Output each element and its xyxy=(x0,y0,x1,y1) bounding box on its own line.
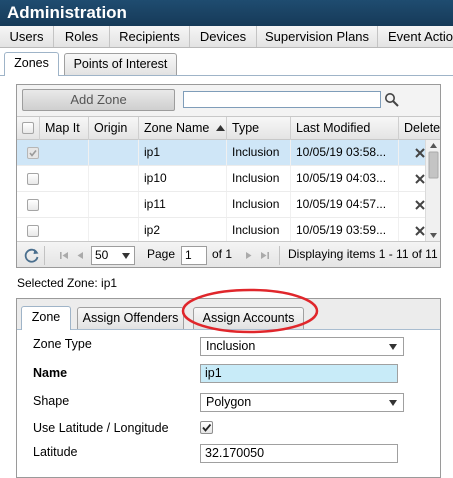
select-all-header[interactable] xyxy=(17,117,40,140)
grid-toolbar: Add Zone xyxy=(17,85,440,116)
selected-zone-label: Selected Zone: ip1 xyxy=(17,276,118,290)
last-modified-cell: 10/05/19 03:59... xyxy=(291,218,399,241)
page-number-input[interactable]: 1 xyxy=(181,246,207,265)
shape-select[interactable]: Polygon xyxy=(200,393,404,412)
map-it-cell xyxy=(40,192,89,217)
zone-rows: ip1 Inclusion 10/05/19 03:58... ip10 Inc… xyxy=(17,140,425,241)
zone-name-cell: ip10 xyxy=(139,166,227,191)
zone-type-value: Inclusion xyxy=(206,339,256,353)
row-checkbox[interactable] xyxy=(27,147,39,159)
tab-points-of-interest[interactable]: Points of Interest xyxy=(64,53,177,75)
nav-recipients[interactable]: Recipients xyxy=(110,26,190,47)
origin-cell xyxy=(89,192,139,217)
last-page-icon[interactable] xyxy=(260,251,269,260)
grid-scrollbar[interactable] xyxy=(425,140,440,241)
refresh-icon[interactable] xyxy=(23,246,41,264)
scrollbar-graphic xyxy=(428,143,439,238)
zone-name-cell: ip1 xyxy=(139,140,227,165)
grid-pager: 50 Page 1 of 1 Displaying items 1 - 11 o… xyxy=(17,241,440,267)
col-origin[interactable]: Origin xyxy=(89,117,139,140)
col-type[interactable]: Type xyxy=(227,117,291,140)
tab-assign-offenders[interactable]: Assign Offenders xyxy=(77,307,184,329)
tab-zones[interactable]: Zones xyxy=(4,52,59,76)
delete-icon[interactable] xyxy=(414,225,425,237)
zone-type-select[interactable]: Inclusion xyxy=(200,337,404,356)
use-latlon-checkbox[interactable] xyxy=(200,421,213,434)
row-checkbox[interactable] xyxy=(27,199,39,211)
shape-value: Polygon xyxy=(206,395,252,409)
col-zone-name[interactable]: Zone Name xyxy=(139,117,227,140)
select-all-checkbox[interactable] xyxy=(22,122,34,134)
type-cell: Inclusion xyxy=(227,192,291,217)
map-it-cell xyxy=(40,140,89,165)
first-page-icon[interactable] xyxy=(60,251,69,260)
chevron-down-icon xyxy=(389,344,397,350)
zone-name-cell: ip11 xyxy=(139,192,227,217)
table-row[interactable]: ip2 Inclusion 10/05/19 03:59... xyxy=(17,218,425,241)
search-input[interactable] xyxy=(183,91,381,108)
pager-separator xyxy=(279,246,280,265)
next-page-icon[interactable] xyxy=(245,251,252,260)
app-title: Administration xyxy=(0,0,453,26)
zones-grid: Add Zone Map It Origin Zone Name Type La… xyxy=(16,84,441,268)
top-nav: Users Roles Recipients Devices Supervisi… xyxy=(0,26,453,48)
zone-name-cell: ip2 xyxy=(139,218,227,241)
chevron-down-icon xyxy=(122,253,130,259)
type-cell: Inclusion xyxy=(227,140,291,165)
name-label: Name xyxy=(33,366,68,380)
checkmark-icon xyxy=(202,423,212,432)
nav-supervision-plans[interactable]: Supervision Plans xyxy=(257,26,378,47)
use-latlon-label: Use Latitude / Longitude xyxy=(33,421,169,435)
sort-asc-icon xyxy=(215,125,225,131)
nav-event-actions[interactable]: Event Actions xyxy=(378,26,453,47)
tab-assign-accounts[interactable]: Assign Accounts xyxy=(193,307,304,329)
search-icon[interactable] xyxy=(384,92,400,108)
nav-users[interactable]: Users xyxy=(0,26,54,47)
delete-icon[interactable] xyxy=(414,147,425,159)
tab-zone[interactable]: Zone xyxy=(21,306,71,330)
origin-cell xyxy=(89,218,139,241)
display-info: Displaying items 1 - 11 of 11 xyxy=(288,247,438,261)
col-delete[interactable]: Delete xyxy=(399,117,440,140)
type-cell: Inclusion xyxy=(227,166,291,191)
zone-detail-panel: Zone Assign Offenders Assign Accounts Zo… xyxy=(16,298,441,478)
shape-label: Shape xyxy=(33,394,70,408)
origin-cell xyxy=(89,166,139,191)
table-row[interactable]: ip1 Inclusion 10/05/19 03:58... xyxy=(17,140,425,166)
page-size-value: 50 xyxy=(95,248,109,262)
last-modified-cell: 10/05/19 04:03... xyxy=(291,166,399,191)
table-row[interactable]: ip11 Inclusion 10/05/19 04:57... xyxy=(17,192,425,218)
nav-devices[interactable]: Devices xyxy=(190,26,257,47)
latitude-label: Latitude xyxy=(33,445,78,459)
delete-icon[interactable] xyxy=(414,173,425,185)
pager-separator xyxy=(44,246,45,265)
table-row[interactable]: ip10 Inclusion 10/05/19 04:03... xyxy=(17,166,425,192)
type-cell: Inclusion xyxy=(227,218,291,241)
column-headers: Map It Origin Zone Name Type Last Modifi… xyxy=(17,116,440,140)
page-size-select[interactable]: 50 xyxy=(91,246,135,265)
page-total-label: of 1 xyxy=(212,247,233,261)
checkmark-icon xyxy=(29,150,37,157)
last-modified-cell: 10/05/19 03:58... xyxy=(291,140,399,165)
map-it-cell xyxy=(40,218,89,241)
col-last-modified[interactable]: Last Modified xyxy=(291,117,399,140)
zone-type-label: Zone Type xyxy=(33,337,92,351)
zone-tabs: Zones Points of Interest xyxy=(0,48,453,76)
nav-roles[interactable]: Roles xyxy=(54,26,110,47)
col-zone-name-label: Zone Name xyxy=(144,121,210,135)
last-modified-cell: 10/05/19 04:57... xyxy=(291,192,399,217)
origin-cell xyxy=(89,140,139,165)
add-zone-button[interactable]: Add Zone xyxy=(22,89,175,111)
prev-page-icon[interactable] xyxy=(77,251,84,260)
detail-tabs: Zone Assign Offenders Assign Accounts xyxy=(17,299,440,330)
map-it-cell xyxy=(40,166,89,191)
row-checkbox[interactable] xyxy=(27,225,39,237)
delete-icon[interactable] xyxy=(414,199,425,211)
chevron-down-icon xyxy=(389,400,397,406)
latitude-field[interactable]: 32.170050 xyxy=(200,444,398,463)
col-map-it[interactable]: Map It xyxy=(40,117,89,140)
page-label: Page xyxy=(147,247,176,261)
row-checkbox[interactable] xyxy=(27,173,39,185)
name-field[interactable]: ip1 xyxy=(200,364,398,383)
